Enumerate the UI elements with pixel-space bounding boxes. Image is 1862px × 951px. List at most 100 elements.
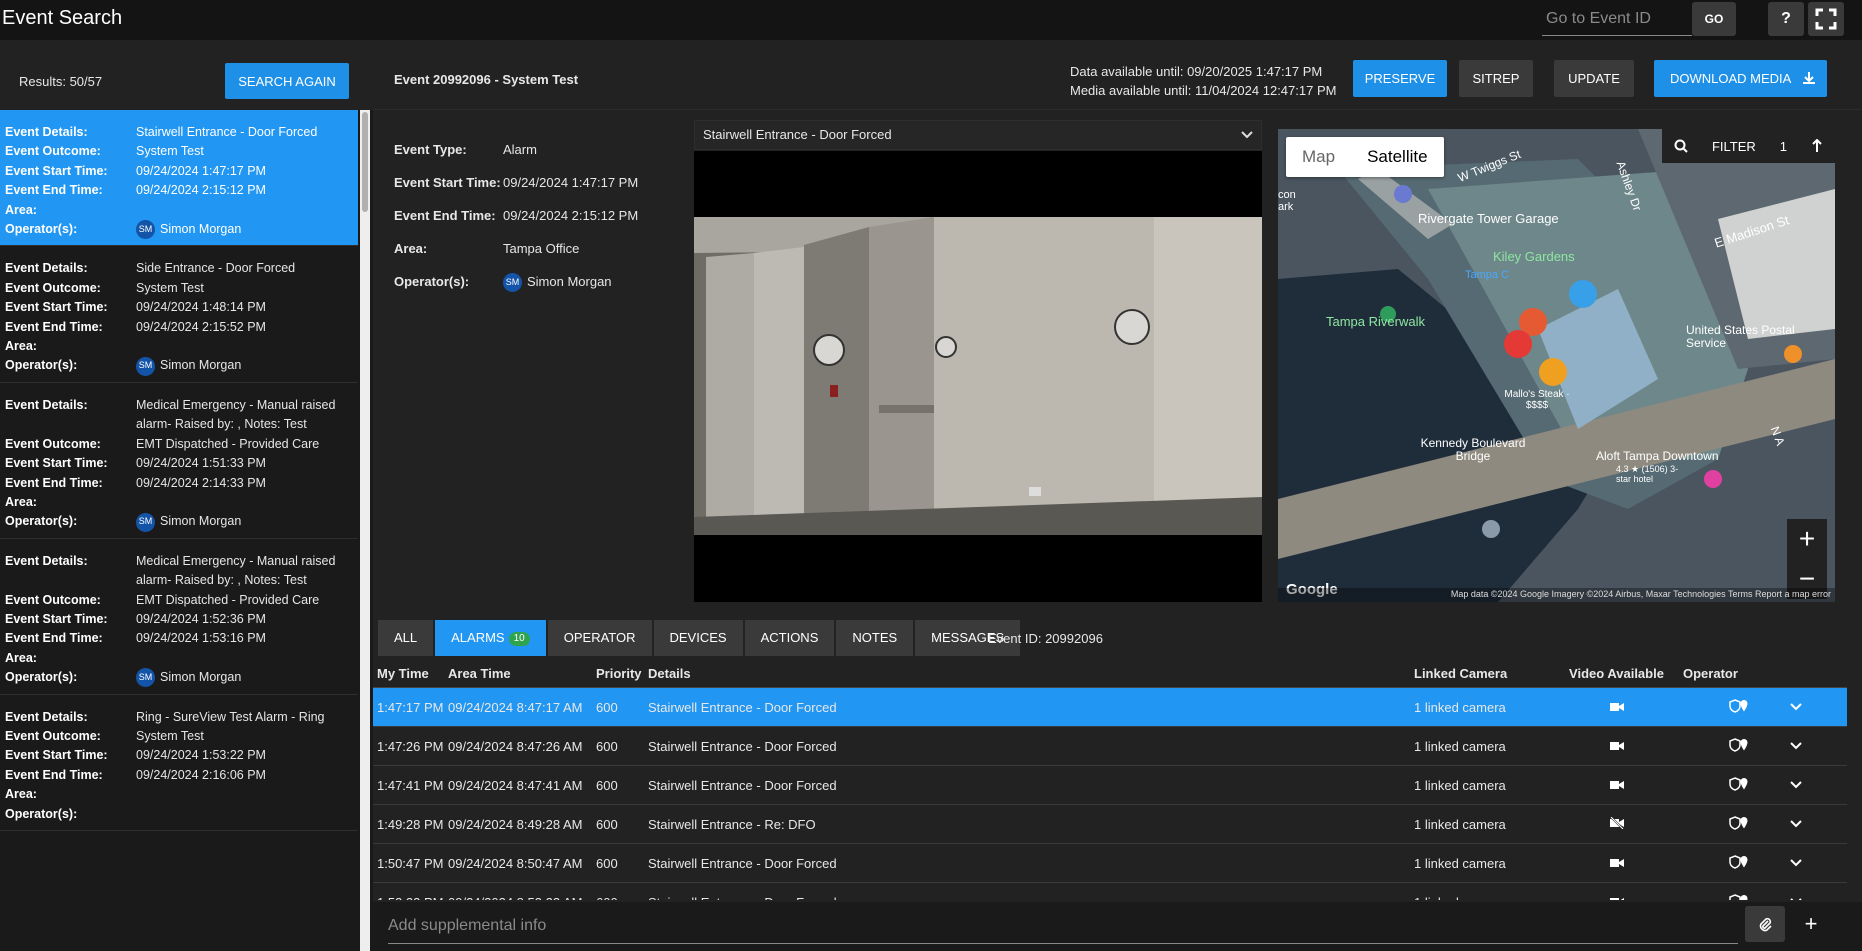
event-start-value: 09/24/2024 1:48:14 PM xyxy=(136,300,266,315)
go-button[interactable]: GO xyxy=(1692,2,1736,36)
expand-row-button[interactable] xyxy=(1789,816,1829,833)
operator-name: Simon Morgan xyxy=(160,514,242,529)
cell-priority: 600 xyxy=(596,699,618,715)
list-item[interactable]: Event Details: Medical Emergency - Manual… xyxy=(0,382,358,539)
search-again-button[interactable]: SEARCH AGAIN xyxy=(225,63,349,99)
event-details-value: Medical Emergency - Manual raised alarm-… xyxy=(136,397,336,432)
event-outcome-value: System Test xyxy=(136,280,204,295)
map-satellite-image xyxy=(1278,129,1835,602)
video-off-icon[interactable] xyxy=(1609,815,1624,832)
video-camera-icon[interactable] xyxy=(1609,778,1624,793)
col-linked-camera: Linked Camera xyxy=(1414,666,1508,681)
event-start-label: Event Start Time: xyxy=(5,163,108,178)
sitrep-button[interactable]: SITREP xyxy=(1459,60,1533,97)
event-details-label: Event Details: xyxy=(5,553,88,568)
map-type-satellite[interactable]: Satellite xyxy=(1351,137,1443,177)
table-row[interactable]: 1:47:26 PM 09/24/2024 8:47:26 AM 600 Stairw… xyxy=(373,727,1847,766)
map-search-button[interactable] xyxy=(1662,129,1700,163)
tab-all[interactable]: ALL xyxy=(378,620,434,656)
map-label-rivergate: Rivergate Tower Garage xyxy=(1418,211,1559,226)
chevron-down-icon xyxy=(1241,131,1253,139)
cell-operator xyxy=(1669,854,1789,872)
event-area-label: Area: xyxy=(5,650,37,665)
table-row[interactable]: 1:47:41 PM 09/24/2024 8:47:41 AM 600 Stairw… xyxy=(373,766,1847,805)
video-camera-icon[interactable] xyxy=(1609,700,1624,715)
paperclip-icon xyxy=(1759,917,1772,932)
tab-label: ALL xyxy=(394,630,418,645)
event-map[interactable]: Rivergate Tower Garage Kiley Gardens Tam… xyxy=(1278,129,1835,602)
list-item[interactable]: Event Details: Stairwell Entrance - Door … xyxy=(0,110,358,247)
download-media-button[interactable]: DOWNLOAD MEDIA xyxy=(1654,60,1827,97)
map-type-toggle: Map Satellite xyxy=(1286,137,1444,177)
add-note-button[interactable]: + xyxy=(1791,906,1831,942)
map-type-map[interactable]: Map xyxy=(1286,137,1351,177)
event-start-label: Event Start Time: xyxy=(5,748,108,763)
cell-details: Stairwell Entrance - Door Forced xyxy=(648,777,837,793)
table-row[interactable]: 1:47:17 PM 09/24/2024 8:47:17 AM 600 Stairw… xyxy=(373,688,1847,727)
cell-details: Stairwell Entrance - Door Forced xyxy=(648,855,837,871)
expand-row-button[interactable] xyxy=(1789,894,1829,900)
chevron-down-icon xyxy=(1789,740,1803,755)
video-camera-icon[interactable] xyxy=(1609,739,1624,754)
cell-video-available xyxy=(1564,739,1669,754)
camera-select[interactable]: Stairwell Entrance - Door Forced xyxy=(694,120,1262,150)
expand-row-button[interactable] xyxy=(1789,738,1829,755)
table-row[interactable]: 1:53:22 PM09/24/2024 8:53:22 AM600Stairw… xyxy=(373,883,1847,900)
tab-actions[interactable]: ACTIONS xyxy=(744,620,835,656)
list-item[interactable]: Event Details: Medical Emergency - Manual… xyxy=(0,538,358,695)
cell-details: Stairwell Entrance - Door Forced xyxy=(648,738,837,754)
help-button[interactable]: ? xyxy=(1768,2,1804,36)
tab-devices[interactable]: DEVICES xyxy=(653,620,743,656)
tab-operator[interactable]: OPERATOR xyxy=(547,620,652,656)
cell-operator xyxy=(1669,737,1789,755)
expand-row-button[interactable] xyxy=(1789,699,1829,716)
results-scrollbar[interactable] xyxy=(360,110,370,951)
results-count: Results: 50/57 xyxy=(19,74,103,89)
map-filter-button[interactable]: FILTER xyxy=(1700,129,1768,163)
map-label-tampa-c: Tampa C xyxy=(1465,269,1510,281)
event-operator-value: SM Simon Morgan xyxy=(136,668,346,688)
event-start-value: 09/24/2024 1:52:36 PM xyxy=(136,611,266,626)
update-button[interactable]: UPDATE xyxy=(1554,60,1634,97)
expand-row-button[interactable] xyxy=(1789,777,1829,794)
event-operator-label: Operator(s): xyxy=(5,670,78,685)
results-scroll-thumb[interactable] xyxy=(362,112,368,212)
list-item[interactable]: Event Details: Ring - SureView Test Alarm… xyxy=(0,694,358,831)
event-operator-value: SM Simon Morgan xyxy=(136,220,346,240)
results-list: Event Details: Stairwell Entrance - Door … xyxy=(0,110,360,951)
event-outcome-value: System Test xyxy=(136,728,204,743)
table-row[interactable]: 1:49:28 PM 09/24/2024 8:49:28 AM 600 Stairw… xyxy=(373,805,1847,844)
event-tabs: ALL ALARMS 10 OPERATOR DEVICES ACTIONS NOTES ME… xyxy=(378,620,1022,656)
operator-location-icon xyxy=(1729,815,1749,833)
table-row[interactable]: 1:50:47 PM 09/24/2024 8:50:47 AM 600 Stairw… xyxy=(373,844,1847,883)
video-camera-icon[interactable] xyxy=(1609,895,1624,900)
preserve-button[interactable]: PRESERVE xyxy=(1353,60,1447,97)
event-end-label: Event End Time: xyxy=(394,208,496,223)
video-player[interactable] xyxy=(694,151,1262,602)
download-icon xyxy=(1803,72,1816,84)
col-operator: Operator xyxy=(1683,666,1738,681)
list-item[interactable]: Event Details: Side Entrance - Door Force… xyxy=(0,246,358,383)
map-expand-button[interactable] xyxy=(1799,129,1835,163)
col-area-time: Area Time xyxy=(448,666,511,681)
camera-frame-image xyxy=(694,217,1262,535)
goto-event-input[interactable] xyxy=(1542,3,1692,36)
map-label-hotel-rating: 4.3 ★ (1506) 3-star hotel xyxy=(1616,464,1679,484)
avatar: SM xyxy=(136,512,155,532)
tab-notes[interactable]: NOTES xyxy=(836,620,914,656)
expand-row-button[interactable] xyxy=(1789,855,1829,872)
map-zoom-in-button[interactable]: + xyxy=(1787,519,1827,559)
cell-linked-camera: 1 linked camera xyxy=(1414,895,1564,901)
supplemental-input[interactable] xyxy=(388,908,1738,944)
tab-alarms[interactable]: ALARMS 10 xyxy=(435,620,546,656)
event-start-label: Event Start Time: xyxy=(394,175,501,190)
fullscreen-button[interactable] xyxy=(1808,2,1844,36)
cell-linked-camera: 1 linked camera xyxy=(1414,699,1506,715)
attach-button[interactable] xyxy=(1745,906,1785,942)
cell-linked-camera: 1 linked camera xyxy=(1414,855,1506,871)
download-media-label: DOWNLOAD MEDIA xyxy=(1670,71,1791,86)
cell-linked-camera: 1 linked camera xyxy=(1414,738,1506,754)
map-label-kennedy-bridge: Kennedy Boulevard Bridge xyxy=(1420,436,1526,463)
video-camera-icon[interactable] xyxy=(1609,856,1624,871)
event-end-value: 09/24/2024 2:15:52 PM xyxy=(136,319,266,334)
